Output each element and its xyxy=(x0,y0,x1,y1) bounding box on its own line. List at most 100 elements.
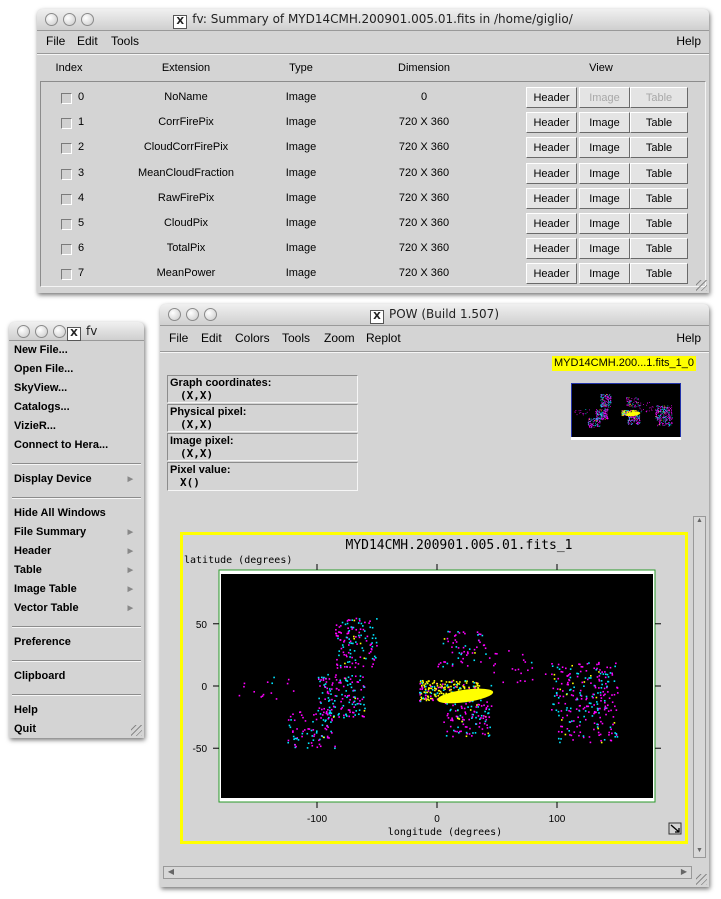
row-type: Image xyxy=(285,267,317,280)
menu-help[interactable]: Help xyxy=(676,34,701,48)
select-checkbox[interactable] xyxy=(61,193,72,205)
table-button[interactable]: Table xyxy=(630,137,688,159)
y-tick-label: -50 xyxy=(193,744,208,755)
select-checkbox[interactable] xyxy=(61,219,72,230)
menu-tools[interactable]: Tools xyxy=(111,34,139,48)
fv-menu-item-file-summary[interactable]: File Summary ▶ xyxy=(14,526,139,538)
fv-menu-item-connect-to-hera[interactable]: Connect to Hera... xyxy=(14,439,139,451)
scroll-up-arrow[interactable]: ▲ xyxy=(694,517,705,527)
menu-separator xyxy=(12,497,141,499)
fv-menu-item-vector-table[interactable]: Vector Table ▶ xyxy=(14,602,139,614)
header-button[interactable]: Header xyxy=(526,238,577,260)
readout-label: Graph coordinates: xyxy=(170,377,272,389)
fv-menu-item-preference[interactable]: Preference xyxy=(14,636,139,648)
resize-grip[interactable] xyxy=(696,280,707,291)
image-button[interactable]: Image xyxy=(579,263,630,285)
fv-menu-item-vizier[interactable]: VizieR... xyxy=(14,420,139,432)
x11-icon: X xyxy=(67,327,81,341)
thumbnail-image[interactable] xyxy=(571,383,681,440)
thumbnail-label[interactable]: MYD14CMH.200...1.fits_1_0 xyxy=(552,356,697,371)
fv-menu-item-catalogs[interactable]: Catalogs... xyxy=(14,401,139,413)
menu-item-label: Display Device xyxy=(14,473,92,485)
row-type: Image xyxy=(285,166,317,179)
menu-edit[interactable]: Edit xyxy=(201,331,222,345)
col-view: View xyxy=(589,62,613,74)
table-button[interactable]: Table xyxy=(630,112,688,134)
select-checkbox[interactable] xyxy=(61,244,72,256)
menu-item-label: New File... xyxy=(14,344,68,356)
menu-zoom[interactable]: Zoom xyxy=(324,331,355,345)
fv-menu-item-skyview[interactable]: SkyView... xyxy=(14,382,139,394)
zoom-window-button[interactable] xyxy=(53,325,66,338)
table-button[interactable]: Table xyxy=(630,162,688,184)
row-dimension: 720 X 360 xyxy=(398,116,450,129)
fv-menu-item-quit[interactable]: Quit xyxy=(14,723,139,735)
fv-menu-item-help[interactable]: Help xyxy=(14,704,139,716)
menu-file[interactable]: File xyxy=(46,34,65,48)
summary-window-title: Xfv: Summary of MYD14CMH.200901.005.01.f… xyxy=(37,12,709,29)
header-button[interactable]: Header xyxy=(526,187,577,209)
select-checkbox[interactable] xyxy=(61,93,72,104)
header-button[interactable]: Header xyxy=(526,162,577,184)
menu-edit[interactable]: Edit xyxy=(77,34,98,48)
y-tick-label: 0 xyxy=(201,682,207,693)
horizontal-scrollbar[interactable]: ◀ ▶ xyxy=(163,866,692,879)
select-checkbox[interactable] xyxy=(61,168,72,180)
menu-help[interactable]: Help xyxy=(676,331,701,345)
graph[interactable]: MYD14CMH.200901.005.01.fits_1 latitude (d… xyxy=(180,532,688,844)
menu-item-label: SkyView... xyxy=(14,382,68,394)
row-index: 0 xyxy=(78,91,85,103)
menu-item-label: Clipboard xyxy=(14,670,66,682)
fv-titlebar[interactable]: Xfv xyxy=(9,322,144,341)
fv-menu-item-image-table[interactable]: Image Table ▶ xyxy=(14,583,139,595)
select-checkbox[interactable] xyxy=(61,143,72,155)
header-button[interactable]: Header xyxy=(526,87,577,108)
table-button[interactable]: Table xyxy=(630,187,688,209)
minimize-window-button[interactable] xyxy=(35,325,48,338)
summary-title-text: fv: Summary of MYD14CMH.200901.005.01.fi… xyxy=(192,12,573,26)
fv-menu-item-hide-all-windows[interactable]: Hide All Windows xyxy=(14,507,139,519)
image-button[interactable]: Image xyxy=(579,87,630,108)
extension-row: 2 CloudCorrFirePix Image 720 X 360 Header Ima… xyxy=(37,136,709,160)
resize-grip[interactable] xyxy=(696,874,707,885)
table-button[interactable]: Table xyxy=(630,263,688,285)
menu-colors[interactable]: Colors xyxy=(235,331,270,345)
image-button[interactable]: Image xyxy=(579,112,630,134)
select-checkbox[interactable] xyxy=(61,118,72,130)
scroll-right-arrow[interactable]: ▶ xyxy=(677,867,691,878)
header-button[interactable]: Header xyxy=(526,263,577,285)
header-button[interactable]: Header xyxy=(526,112,577,134)
readout-value: X() xyxy=(180,476,200,489)
fv-menu-item-clipboard[interactable]: Clipboard xyxy=(14,670,139,682)
header-button[interactable]: Header xyxy=(526,137,577,159)
close-window-button[interactable] xyxy=(17,325,30,338)
table-button[interactable]: Table xyxy=(630,87,688,108)
menu-tools[interactable]: Tools xyxy=(282,331,310,345)
menu-replot[interactable]: Replot xyxy=(366,331,401,345)
image-button[interactable]: Image xyxy=(579,187,630,209)
image-button[interactable]: Image xyxy=(579,213,630,234)
select-checkbox[interactable] xyxy=(61,269,72,281)
fv-menu-item-table[interactable]: Table ▶ xyxy=(14,564,139,576)
fv-menu-item-header[interactable]: Header ▶ xyxy=(14,545,139,557)
summary-window: Xfv: Summary of MYD14CMH.200901.005.01.f… xyxy=(37,9,709,293)
resize-grip[interactable] xyxy=(131,725,142,736)
scroll-left-arrow[interactable]: ◀ xyxy=(164,867,178,878)
table-button[interactable]: Table xyxy=(630,238,688,260)
table-button[interactable]: Table xyxy=(630,213,688,234)
submenu-arrow-icon: ▶ xyxy=(127,529,133,536)
menu-file[interactable]: File xyxy=(169,331,188,345)
image-button[interactable]: Image xyxy=(579,162,630,184)
readout-value: (X,X) xyxy=(180,389,214,402)
x11-icon: X xyxy=(173,15,188,29)
scroll-down-arrow[interactable]: ▼ xyxy=(694,847,705,857)
summary-titlebar[interactable]: Xfv: Summary of MYD14CMH.200901.005.01.f… xyxy=(37,9,709,31)
header-button[interactable]: Header xyxy=(526,213,577,234)
fv-menu-item-display-device[interactable]: Display Device ▶ xyxy=(14,473,139,485)
image-button[interactable]: Image xyxy=(579,238,630,260)
pow-titlebar[interactable]: X POW (Build 1.507) xyxy=(160,304,709,326)
fv-menu-item-open-file[interactable]: Open File... xyxy=(14,363,139,375)
image-button[interactable]: Image xyxy=(579,137,630,159)
fv-menu-item-new-file[interactable]: New File... xyxy=(14,344,139,356)
vertical-scrollbar[interactable]: ▲ ▼ xyxy=(693,516,706,858)
